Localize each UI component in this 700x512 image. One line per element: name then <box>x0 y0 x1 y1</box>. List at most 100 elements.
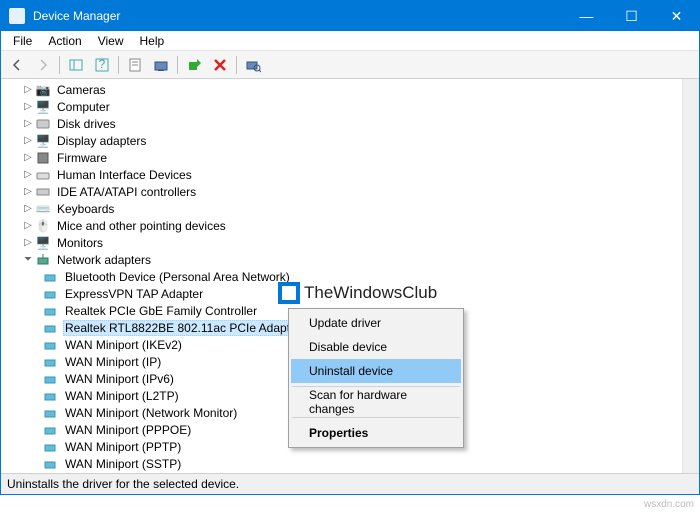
tree-category-mice[interactable]: ▷🖱️Mice and other pointing devices <box>5 217 682 234</box>
expander-icon[interactable]: ▷ <box>21 168 35 182</box>
category-label: Display adapters <box>55 133 148 149</box>
tree-category-firmware[interactable]: ▷ Firmware <box>5 149 682 166</box>
hid-icon <box>35 167 51 183</box>
watermark-text: TheWindowsClub <box>304 283 437 303</box>
expander-icon[interactable]: ▷ <box>21 202 35 216</box>
net-device-icon <box>43 269 59 285</box>
tree-category-ide[interactable]: ▷IDE ATA/ATAPI controllers <box>5 183 682 200</box>
show-hide-tree-button[interactable] <box>64 54 88 76</box>
close-button[interactable]: ✕ <box>654 1 699 31</box>
network-icon <box>35 252 51 268</box>
forward-button[interactable] <box>31 54 55 76</box>
monitor-icon: 🖥️ <box>35 235 51 251</box>
ctx-label: Scan for hardware changes <box>309 388 443 416</box>
ctx-label: Uninstall device <box>309 364 393 378</box>
watermark: TheWindowsClub <box>278 282 437 304</box>
ctx-separator <box>292 386 460 387</box>
enable-device-button[interactable] <box>182 54 206 76</box>
device-label: WAN Miniport (IPv6) <box>63 371 176 387</box>
net-device-icon <box>43 388 59 404</box>
windows-flag-icon <box>278 282 300 304</box>
toolbar-separator <box>118 56 119 74</box>
maximize-button[interactable]: ☐ <box>609 1 654 31</box>
minimize-button[interactable]: — <box>564 1 609 31</box>
tree-category-monitors[interactable]: ▷🖥️Monitors <box>5 234 682 251</box>
menubar: File Action View Help <box>1 31 699 51</box>
device-label: WAN Miniport (PPPOE) <box>63 422 193 438</box>
expander-icon[interactable]: ▷ <box>21 134 35 148</box>
tree-category-printqueues[interactable]: ▷🖨️Print queues <box>5 472 682 473</box>
tree-category-cameras[interactable]: ▷📷Cameras <box>5 81 682 98</box>
device-label: WAN Miniport (L2TP) <box>63 388 181 404</box>
expander-icon[interactable]: ▷ <box>21 100 35 114</box>
tree-category-netadapters[interactable]: ⏷Network adapters <box>5 251 682 268</box>
net-device-icon <box>43 422 59 438</box>
net-device-icon <box>43 337 59 353</box>
expander-icon[interactable]: ▷ <box>21 83 35 97</box>
tree-device-wan-sstp[interactable]: WAN Miniport (SSTP) <box>5 455 682 472</box>
menu-view[interactable]: View <box>90 32 132 50</box>
net-device-icon <box>43 371 59 387</box>
tree-category-displayadapters[interactable]: ▷🖥️Display adapters <box>5 132 682 149</box>
net-device-icon <box>43 439 59 455</box>
window-controls: — ☐ ✕ <box>564 1 699 31</box>
expander-collapse-icon[interactable]: ⏷ <box>21 253 35 267</box>
app-icon <box>9 8 25 24</box>
net-device-icon <box>43 303 59 319</box>
uninstall-device-button[interactable] <box>208 54 232 76</box>
net-device-icon <box>43 286 59 302</box>
mouse-icon: 🖱️ <box>35 218 51 234</box>
expander-icon[interactable]: ▷ <box>21 117 35 131</box>
camera-icon: 📷 <box>35 82 51 98</box>
ctx-uninstall-device[interactable]: Uninstall device <box>291 359 461 383</box>
tree-category-computer[interactable]: ▷🖥️Computer <box>5 98 682 115</box>
properties-button[interactable] <box>123 54 147 76</box>
menu-help[interactable]: Help <box>132 32 173 50</box>
device-label: ExpressVPN TAP Adapter <box>63 286 205 302</box>
vertical-scrollbar[interactable] <box>682 79 699 473</box>
display-adapter-icon: 🖥️ <box>35 133 51 149</box>
ctx-label: Disable device <box>309 340 387 354</box>
scan-hardware-button[interactable] <box>241 54 265 76</box>
menu-file[interactable]: File <box>5 32 40 50</box>
device-label: WAN Miniport (SSTP) <box>63 456 183 472</box>
ide-icon <box>35 184 51 200</box>
update-driver-button[interactable] <box>149 54 173 76</box>
device-label: WAN Miniport (IP) <box>63 354 163 370</box>
help-button[interactable]: ? <box>90 54 114 76</box>
status-text: Uninstalls the driver for the selected d… <box>7 477 239 491</box>
window-title: Device Manager <box>33 9 564 23</box>
ctx-properties[interactable]: Properties <box>291 421 461 445</box>
toolbar-separator <box>177 56 178 74</box>
back-button[interactable] <box>5 54 29 76</box>
tree-category-hid[interactable]: ▷ Human Interface Devices <box>5 166 682 183</box>
menu-action[interactable]: Action <box>40 32 89 50</box>
svg-text:?: ? <box>99 57 106 71</box>
expander-icon[interactable]: ▷ <box>21 236 35 250</box>
context-menu[interactable]: Update driver Disable device Uninstall d… <box>288 308 464 448</box>
ctx-scan-hardware[interactable]: Scan for hardware changes <box>291 390 461 414</box>
disk-icon <box>35 116 51 132</box>
titlebar[interactable]: Device Manager — ☐ ✕ <box>1 1 699 31</box>
category-label: Firmware <box>55 150 109 166</box>
category-label: Human Interface Devices <box>55 167 194 183</box>
statusbar: Uninstalls the driver for the selected d… <box>1 474 699 494</box>
tree-category-diskdrives[interactable]: ▷ Disk drives <box>5 115 682 132</box>
net-device-icon <box>43 354 59 370</box>
category-label: Disk drives <box>55 116 118 132</box>
net-device-icon <box>43 405 59 421</box>
ctx-disable-device[interactable]: Disable device <box>291 335 461 359</box>
device-label-selected: Realtek RTL8822BE 802.11ac PCIe Adapter <box>63 320 303 336</box>
category-label: Monitors <box>55 235 105 251</box>
ctx-update-driver[interactable]: Update driver <box>291 311 461 335</box>
expander-icon[interactable]: ▷ <box>21 151 35 165</box>
toolbar: ? <box>1 51 699 79</box>
toolbar-separator <box>236 56 237 74</box>
device-label: WAN Miniport (IKEv2) <box>63 337 184 353</box>
expander-icon[interactable]: ▷ <box>21 219 35 233</box>
tree-category-keyboards[interactable]: ▷⌨️Keyboards <box>5 200 682 217</box>
expander-icon[interactable]: ▷ <box>21 185 35 199</box>
device-label: WAN Miniport (Network Monitor) <box>63 405 239 421</box>
net-device-icon <box>43 456 59 472</box>
device-label: Bluetooth Device (Personal Area Network) <box>63 269 292 285</box>
